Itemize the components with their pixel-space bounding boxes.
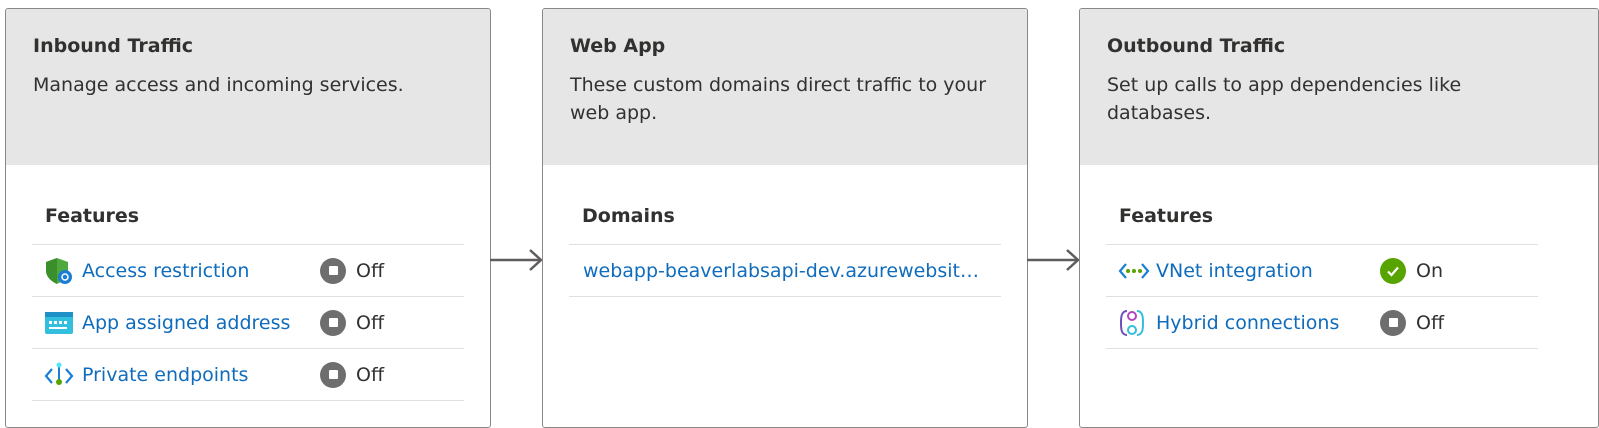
private-endpoints-link[interactable]: Private endpoints	[82, 364, 248, 386]
web-app-card-body: Domains webapp-beaverlabsapi-dev.azurewe…	[543, 165, 1027, 297]
inbound-card-header: Inbound Traffic Manage access and incomi…	[6, 9, 490, 165]
inbound-card-body: Features Access restriction Off App assi…	[6, 165, 490, 401]
app-assigned-address-status-text: Off	[356, 311, 385, 334]
app-assigned-address-status: Off	[320, 309, 385, 336]
feature-row-vnet-integration[interactable]: VNet integration On	[1106, 245, 1538, 297]
access-restriction-status-text: Off	[356, 259, 385, 282]
feature-row-hybrid-connections[interactable]: Hybrid connections Off	[1106, 297, 1538, 349]
web-app-card-description: These custom domains direct traffic to y…	[570, 74, 987, 124]
arrow-right-icon	[490, 249, 543, 271]
hybrid-connections-status: Off	[1380, 309, 1445, 336]
outbound-card-body: Features VNet integration On Hybrid conn…	[1080, 165, 1598, 349]
domain-link[interactable]: webapp-beaverlabsapi-dev.azurewebsites.n…	[583, 260, 983, 282]
vnet-integration-link[interactable]: VNet integration	[1156, 260, 1313, 282]
status-off-icon	[320, 257, 346, 284]
outbound-card-description: Set up calls to app dependencies like da…	[1107, 74, 1462, 124]
feature-row-private-endpoints[interactable]: Private endpoints Off	[32, 349, 464, 401]
outbound-traffic-card: Outbound Traffic Set up calls to app dep…	[1079, 8, 1599, 428]
inbound-features-title: Features	[32, 205, 464, 245]
access-restriction-link[interactable]: Access restriction	[82, 260, 249, 282]
domain-row: webapp-beaverlabsapi-dev.azurewebsites.n…	[569, 245, 1001, 297]
feature-row-access-restriction[interactable]: Access restriction Off	[32, 245, 464, 297]
inbound-card-description: Manage access and incoming services.	[33, 74, 404, 96]
feature-row-app-assigned-address[interactable]: App assigned address Off	[32, 297, 464, 349]
status-on-icon	[1380, 257, 1406, 284]
private-endpoints-status: Off	[320, 361, 385, 388]
shield-icon	[44, 255, 76, 287]
app-assigned-address-link[interactable]: App assigned address	[82, 312, 290, 334]
vnet-integration-status-text: On	[1416, 259, 1443, 282]
outbound-card-header: Outbound Traffic Set up calls to app dep…	[1080, 9, 1598, 165]
vnet-icon	[1118, 255, 1150, 287]
domains-title: Domains	[569, 205, 1001, 245]
outbound-card-title: Outbound Traffic	[1107, 35, 1286, 57]
status-off-icon	[1380, 309, 1406, 336]
hybrid-connections-link[interactable]: Hybrid connections	[1156, 312, 1339, 334]
web-app-card: Web App These custom domains direct traf…	[542, 8, 1028, 428]
status-off-icon	[320, 361, 346, 388]
address-icon	[44, 307, 76, 339]
outbound-features-title: Features	[1106, 205, 1538, 245]
inbound-card-title: Inbound Traffic	[33, 35, 194, 57]
vnet-integration-status: On	[1380, 257, 1443, 284]
endpoint-icon	[44, 359, 76, 391]
hybrid-connection-icon	[1118, 307, 1150, 339]
status-off-icon	[320, 309, 346, 336]
inbound-traffic-card: Inbound Traffic Manage access and incomi…	[5, 8, 491, 428]
web-app-card-header: Web App These custom domains direct traf…	[543, 9, 1027, 165]
arrow-right-icon	[1027, 249, 1080, 271]
private-endpoints-status-text: Off	[356, 363, 385, 386]
access-restriction-status: Off	[320, 257, 385, 284]
web-app-card-title: Web App	[570, 35, 666, 57]
hybrid-connections-status-text: Off	[1416, 311, 1445, 334]
